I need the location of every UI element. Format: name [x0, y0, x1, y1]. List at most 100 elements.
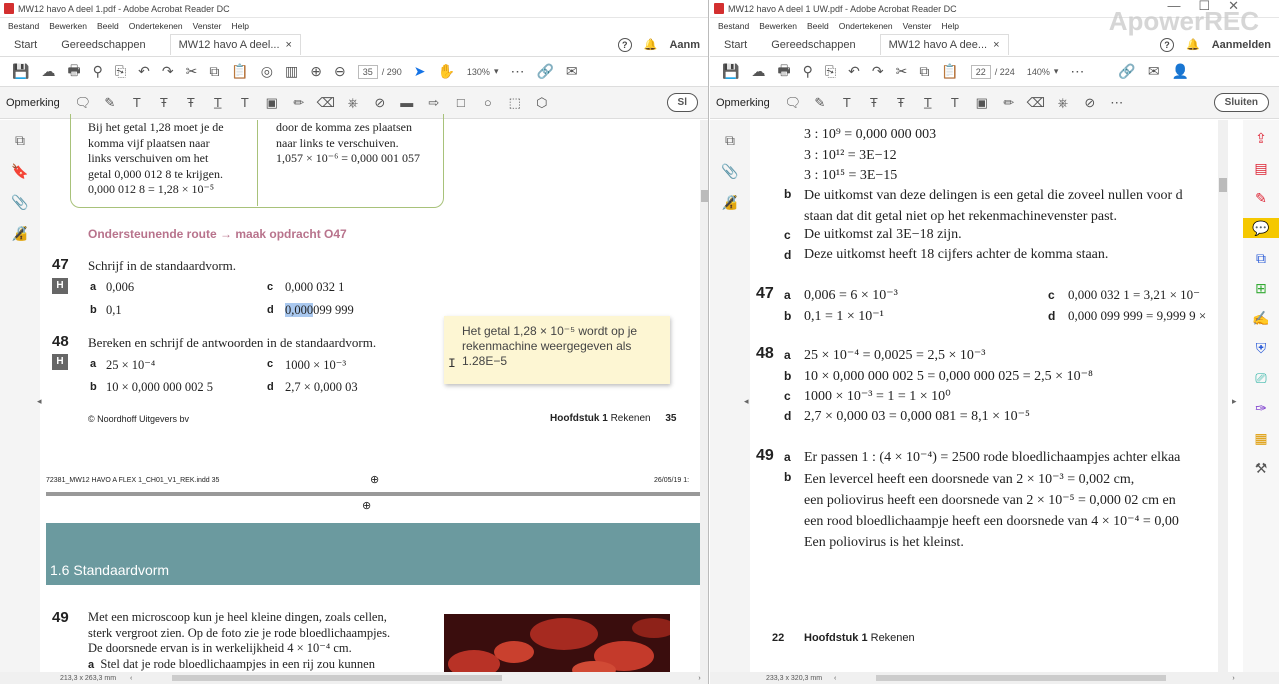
- stamp-icon[interactable]: ⎈: [345, 95, 361, 111]
- menu-bestand[interactable]: Bestand: [8, 21, 39, 31]
- menu-venster[interactable]: Venster: [193, 21, 222, 31]
- attachment-icon[interactable]: 📎: [721, 163, 738, 180]
- replace-text-icon[interactable]: Ŧ: [893, 95, 909, 111]
- attach-icon[interactable]: ⊘: [372, 95, 388, 111]
- paste-icon[interactable]: 📋: [941, 63, 958, 80]
- page-search-icon[interactable]: ⎘: [115, 63, 126, 80]
- scroll-thumb[interactable]: [701, 190, 708, 202]
- highlight-icon[interactable]: ✎: [812, 95, 828, 111]
- strikethrough-icon[interactable]: Ŧ: [156, 95, 172, 111]
- eraser-icon[interactable]: ⌫: [1027, 95, 1045, 111]
- mail-icon[interactable]: ✉: [1148, 63, 1160, 80]
- menu-beeld[interactable]: Beeld: [97, 21, 119, 31]
- tab-start[interactable]: Start: [724, 39, 747, 51]
- menu-help[interactable]: Help: [231, 21, 248, 31]
- zoom-select[interactable]: 130% ▾: [467, 66, 499, 77]
- cut-icon[interactable]: ✂: [896, 63, 908, 80]
- ellipse-icon[interactable]: ○: [480, 95, 496, 111]
- scan-icon[interactable]: ⎚: [1243, 368, 1279, 388]
- more-icon[interactable]: ⋯: [510, 63, 524, 80]
- undo-icon[interactable]: ↶: [848, 63, 860, 80]
- line-icon[interactable]: ▬: [399, 95, 415, 111]
- attach-icon[interactable]: ⊘: [1082, 95, 1098, 111]
- save-icon[interactable]: 💾: [12, 63, 29, 80]
- cut-icon[interactable]: ✂: [186, 63, 198, 80]
- help-icon[interactable]: ?: [617, 37, 632, 52]
- signature-icon[interactable]: 🔏: [11, 225, 28, 242]
- highlight-icon[interactable]: ✎: [102, 95, 118, 111]
- zoom-select[interactable]: 140% ▾: [1027, 66, 1059, 77]
- upload-icon[interactable]: ☁: [751, 63, 765, 80]
- protect-icon[interactable]: ⛨: [1243, 338, 1279, 358]
- scroll-left-icon[interactable]: ‹: [834, 675, 836, 682]
- typewriter-icon[interactable]: T: [237, 95, 253, 111]
- scroll-left-icon[interactable]: ‹: [130, 675, 132, 682]
- menu-ondertekenen[interactable]: Ondertekenen: [129, 21, 183, 31]
- textbox-icon[interactable]: ▣: [974, 95, 990, 111]
- menu-bewerken[interactable]: Bewerken: [49, 21, 87, 31]
- combine-icon[interactable]: ⧉: [1243, 248, 1279, 268]
- insert-text-icon[interactable]: T̲: [210, 95, 226, 111]
- typewriter-icon[interactable]: T: [947, 95, 963, 111]
- more-icon[interactable]: ⋯: [1070, 63, 1084, 80]
- stamp-icon[interactable]: ⎈: [1055, 95, 1071, 111]
- scroll-right-icon[interactable]: ›: [1232, 675, 1234, 682]
- fill-sign-icon[interactable]: ✍: [1243, 308, 1279, 328]
- route-link[interactable]: Ondersteunende route → maak opdracht O47: [88, 227, 347, 241]
- tab-start[interactable]: Start: [14, 39, 37, 51]
- bell-icon[interactable]: 🔔: [1186, 38, 1200, 51]
- vertical-scrollbar[interactable]: [700, 120, 708, 684]
- menu-bestand[interactable]: Bestand: [718, 21, 749, 31]
- export-pdf-icon[interactable]: ⇪: [1243, 128, 1279, 148]
- help-icon[interactable]: ?: [1160, 37, 1174, 52]
- sign-in-link[interactable]: Aanm: [669, 39, 700, 51]
- pencil-icon[interactable]: ✏: [291, 95, 307, 111]
- tab-document[interactable]: MW12 havo A dee... ×: [879, 34, 1009, 55]
- tab-document[interactable]: MW12 havo A deel... ×: [169, 34, 301, 55]
- upload-icon[interactable]: ☁: [41, 63, 55, 80]
- pages-icon[interactable]: ⧉: [15, 132, 25, 149]
- close-tab-icon[interactable]: ×: [286, 39, 292, 51]
- print-icon[interactable]: 🖶: [777, 60, 790, 84]
- create-pdf-icon[interactable]: ▤: [1243, 158, 1279, 178]
- undo-icon[interactable]: ↶: [138, 63, 150, 80]
- mail-icon[interactable]: ✉: [566, 63, 578, 80]
- organize-icon[interactable]: ⊞: [1243, 278, 1279, 298]
- scroll-right-icon[interactable]: ›: [698, 675, 700, 682]
- textbox-icon[interactable]: ▣: [264, 95, 280, 111]
- select-cursor-icon[interactable]: ➤: [414, 63, 426, 80]
- sticky-note-icon[interactable]: 🗨: [785, 95, 802, 111]
- polygon-icon[interactable]: ⬡: [534, 95, 550, 111]
- close-comment-button[interactable]: Sluiten: [1213, 93, 1269, 112]
- vertical-scrollbar[interactable]: [1218, 120, 1228, 672]
- hand-icon[interactable]: ✋: [437, 63, 454, 80]
- strikethrough-icon[interactable]: Ŧ: [866, 95, 882, 111]
- more-icon[interactable]: ⋯: [1109, 95, 1125, 111]
- horizontal-scroll-thumb[interactable]: [876, 675, 1167, 681]
- scroll-thumb[interactable]: [1219, 178, 1227, 192]
- replace-text-icon[interactable]: Ŧ: [183, 95, 199, 111]
- more-tools-icon[interactable]: ⚒: [1243, 458, 1279, 478]
- page-number-input[interactable]: 22: [970, 64, 991, 79]
- edit-pdf-icon[interactable]: ✎: [1243, 188, 1279, 208]
- send-sign-icon[interactable]: ✑: [1243, 398, 1279, 418]
- add-user-icon[interactable]: 👤: [1172, 63, 1189, 80]
- redo-icon[interactable]: ↷: [872, 63, 884, 80]
- screenshot-icon[interactable]: ◎: [261, 63, 273, 80]
- page-up-icon[interactable]: ⊕: [310, 63, 322, 80]
- copy-icon[interactable]: ⧉: [209, 63, 219, 80]
- eraser-icon[interactable]: ⌫: [317, 95, 335, 111]
- insert-text-icon[interactable]: T̲: [920, 95, 936, 111]
- sign-in-link[interactable]: Aanmelden: [1212, 39, 1271, 51]
- left-arrow-icon[interactable]: ◂: [744, 396, 749, 407]
- pages-icon[interactable]: ⧉: [725, 132, 735, 149]
- print-icon[interactable]: 🖶: [67, 60, 80, 84]
- right-arrow-icon[interactable]: ▸: [1232, 396, 1237, 407]
- save-icon[interactable]: 💾: [722, 63, 739, 80]
- link-icon[interactable]: 🔗: [536, 63, 553, 80]
- text-selection[interactable]: 0,000: [285, 303, 314, 317]
- menu-ondertekenen[interactable]: Ondertekenen: [839, 21, 893, 31]
- copy-icon[interactable]: ⧉: [919, 63, 929, 80]
- menu-bewerken[interactable]: Bewerken: [759, 21, 797, 31]
- signature-icon[interactable]: 🔏: [721, 194, 738, 211]
